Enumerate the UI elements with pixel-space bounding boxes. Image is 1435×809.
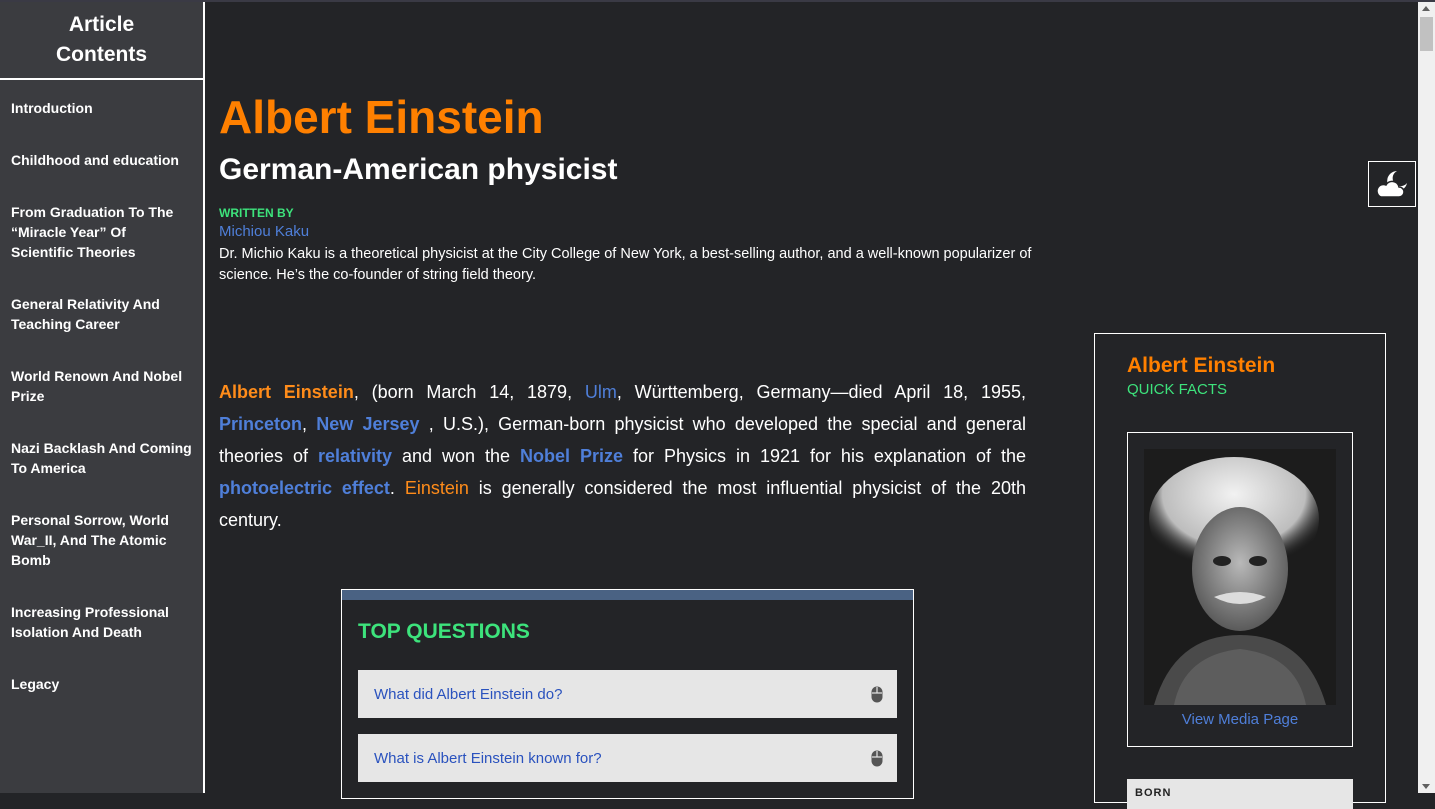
photoelectric-effect-link[interactable]: photoelectric effect (219, 478, 390, 498)
author-bio: Dr. Michio Kaku is a theoretical physici… (219, 246, 1032, 283)
question-text: What is Albert Einstein known for? (374, 749, 602, 767)
page-scrollbar[interactable] (1418, 2, 1435, 793)
sidebar-item-general-relativity[interactable]: General Relativity And Teaching Career (11, 294, 192, 334)
mouse-icon (871, 750, 883, 766)
intro-name[interactable]: Albert Einstein (219, 382, 354, 402)
born-label: BORN (1135, 787, 1172, 799)
einstein-portrait-image[interactable] (1144, 449, 1336, 705)
top-questions-bar (342, 589, 913, 600)
relativity-link[interactable]: relativity (318, 446, 392, 466)
moon-cloud-icon (1376, 171, 1407, 198)
intro-paragraph: Albert Einstein, (born March 14, 1879, U… (219, 376, 1026, 536)
sidebar-item-introduction[interactable]: Introduction (11, 98, 192, 118)
theme-toggle-button[interactable] (1368, 161, 1416, 207)
intro-text: , (302, 414, 317, 434)
sidebar-item-legacy[interactable]: Legacy (11, 674, 192, 694)
intro-text: , (born March 14, 1879, (353, 382, 585, 402)
intro-text: and won the (392, 446, 521, 466)
born-section: BORN (1127, 779, 1353, 809)
intro-text: , Württemberg, Germany—died April 18, 19… (616, 382, 1026, 402)
view-media-link[interactable]: View Media Page (1128, 711, 1352, 728)
sidebar-title: Article Contents (0, 2, 203, 80)
sidebar-list: Introduction Childhood and education Fro… (0, 80, 203, 694)
intro-text: . (389, 478, 405, 498)
sidebar-item-isolation-death[interactable]: Increasing Professional Isolation And De… (11, 602, 192, 642)
quick-facts-label: QUICK FACTS (1127, 381, 1228, 398)
scroll-up-arrow-icon[interactable] (1422, 6, 1430, 11)
page-subtitle: German-American physicist (219, 153, 618, 186)
top-border (0, 0, 1435, 2)
mouse-icon (871, 686, 883, 702)
princeton-link[interactable]: Princeton (219, 414, 302, 434)
author-link[interactable]: Michiou Kaku (219, 223, 309, 240)
sidebar-item-world-renown[interactable]: World Renown And Nobel Prize (11, 366, 192, 406)
sidebar-item-childhood[interactable]: Childhood and education (11, 150, 192, 170)
sidebar-item-graduation[interactable]: From Graduation To The “Miracle Year” Of… (11, 202, 192, 262)
sidebar-item-nazi-backlash[interactable]: Nazi Backlash And Coming To America (11, 438, 192, 478)
nobel-prize-link[interactable]: Nobel Prize (520, 446, 623, 466)
sidebar-item-personal-sorrow[interactable]: Personal Sorrow, World War_II, And The A… (11, 510, 192, 570)
einstein-link[interactable]: Einstein (405, 478, 469, 498)
scroll-thumb[interactable] (1420, 17, 1433, 51)
top-questions-panel: TOP QUESTIONS What did Albert Einstein d… (341, 589, 914, 799)
question-text: What did Albert Einstein do? (374, 685, 563, 703)
top-questions-title: TOP QUESTIONS (358, 620, 530, 643)
article-contents-sidebar: Article Contents Introduction Childhood … (0, 2, 205, 793)
scroll-down-arrow-icon[interactable] (1422, 784, 1430, 789)
media-box: View Media Page (1127, 432, 1353, 747)
page-title: Albert Einstein (219, 91, 544, 143)
question-item[interactable]: What did Albert Einstein do? (358, 670, 897, 718)
quick-facts-panel: Albert Einstein QUICK FACTS View Media P… (1094, 333, 1386, 809)
new-jersey-link[interactable]: New Jersey (316, 414, 419, 434)
ulm-link[interactable]: Ulm (585, 382, 617, 402)
quick-facts-name: Albert Einstein (1127, 354, 1276, 377)
intro-text: for Physics in 1921 for his explanation … (623, 446, 1026, 466)
question-item[interactable]: What is Albert Einstein known for? (358, 734, 897, 782)
written-by-label: WRITTEN BY (219, 206, 294, 220)
